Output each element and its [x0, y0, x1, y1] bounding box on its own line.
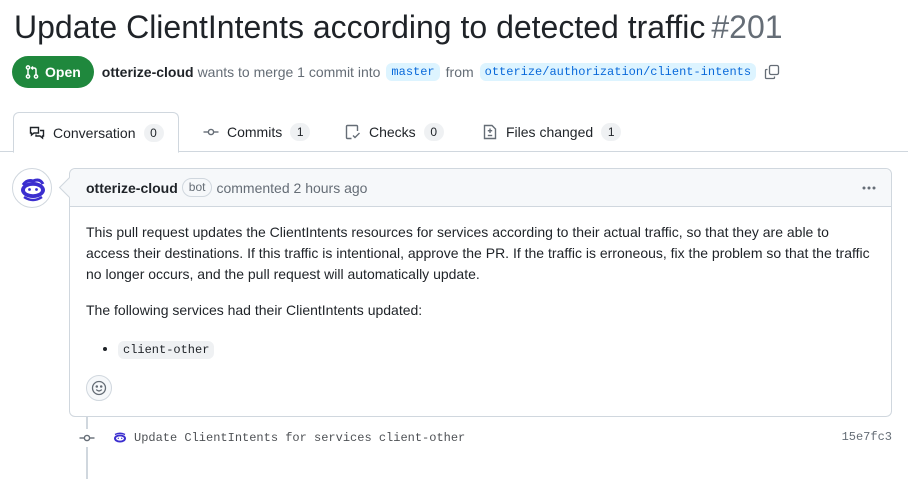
timeline-line	[86, 417, 88, 479]
tab-files-changed[interactable]: Files changed 1	[482, 112, 622, 152]
tab-counter: 1	[290, 123, 311, 141]
tab-commits[interactable]: Commits 1	[203, 112, 311, 152]
head-branch[interactable]: otterize/authorization/client-intents	[479, 63, 757, 81]
git-commit-icon	[78, 429, 96, 447]
commit-sha-link[interactable]: 15e7fc3	[842, 430, 892, 444]
file-diff-icon	[482, 124, 498, 140]
pr-meta: Open otterize-cloud wants to merge 1 com…	[12, 56, 780, 88]
from-text: from	[445, 64, 474, 80]
checklist-icon	[345, 124, 361, 140]
pr-state-badge: Open	[12, 56, 94, 88]
tab-label: Commits	[227, 124, 283, 140]
list-item: client-other	[118, 336, 875, 362]
otter-logo-icon	[21, 178, 45, 202]
timeline-commit: Update ClientIntents for services client…	[78, 428, 892, 448]
service-code: client-other	[118, 341, 215, 359]
git-commit-icon	[203, 124, 219, 140]
tab-checks[interactable]: Checks 0	[345, 112, 444, 152]
git-pull-request-icon	[25, 65, 39, 79]
comment-paragraph: The following services had their ClientI…	[86, 302, 423, 318]
pr-state-label: Open	[45, 64, 81, 80]
comment-author-link[interactable]: otterize-cloud	[86, 180, 178, 196]
add-reaction-button[interactable]	[86, 375, 112, 401]
kebab-horizontal-icon	[862, 186, 876, 190]
merge-text: wants to merge 1 commit into	[197, 64, 381, 80]
pr-author-link[interactable]: otterize-cloud	[102, 64, 194, 80]
bot-badge: bot	[181, 178, 213, 197]
pr-number: #201	[711, 9, 783, 45]
tab-conversation[interactable]: Conversation 0	[13, 112, 179, 153]
otter-logo-icon	[114, 432, 126, 443]
comment-header: otterize-cloud bot commented 2 hours ago	[70, 169, 891, 207]
services-list: client-other	[86, 336, 875, 362]
tab-label: Checks	[369, 124, 416, 140]
comment-body: This pull request updates the ClientInte…	[70, 207, 891, 362]
comment-action: commented	[216, 179, 290, 196]
tab-label: Files changed	[506, 124, 594, 140]
pr-title-text: Update ClientIntents according to detect…	[14, 9, 706, 45]
tab-label: Conversation	[53, 124, 136, 141]
comment-options-button[interactable]	[861, 180, 877, 196]
comment-discussion-icon	[29, 125, 45, 141]
pr-title: Update ClientIntents according to detect…	[14, 4, 783, 50]
commit-message-link[interactable]: Update ClientIntents for services client…	[134, 431, 465, 445]
copy-branch-button[interactable]	[764, 64, 780, 80]
tab-counter: 0	[423, 123, 444, 141]
tab-counter: 0	[143, 123, 164, 142]
base-branch[interactable]: master	[386, 63, 440, 81]
commit-author-avatar[interactable]	[112, 430, 128, 446]
comment-paragraph: This pull request updates the ClientInte…	[86, 224, 870, 282]
avatar[interactable]	[12, 168, 52, 208]
copy-icon	[764, 64, 780, 80]
comment-timestamp[interactable]: 2 hours ago	[294, 180, 368, 196]
smiley-icon	[91, 380, 107, 396]
tab-counter: 1	[601, 123, 622, 141]
pr-description-comment: otterize-cloud bot commented 2 hours ago…	[69, 168, 892, 417]
pr-tabs: Conversation 0 Commits 1 Checks 0 Files …	[0, 112, 908, 153]
